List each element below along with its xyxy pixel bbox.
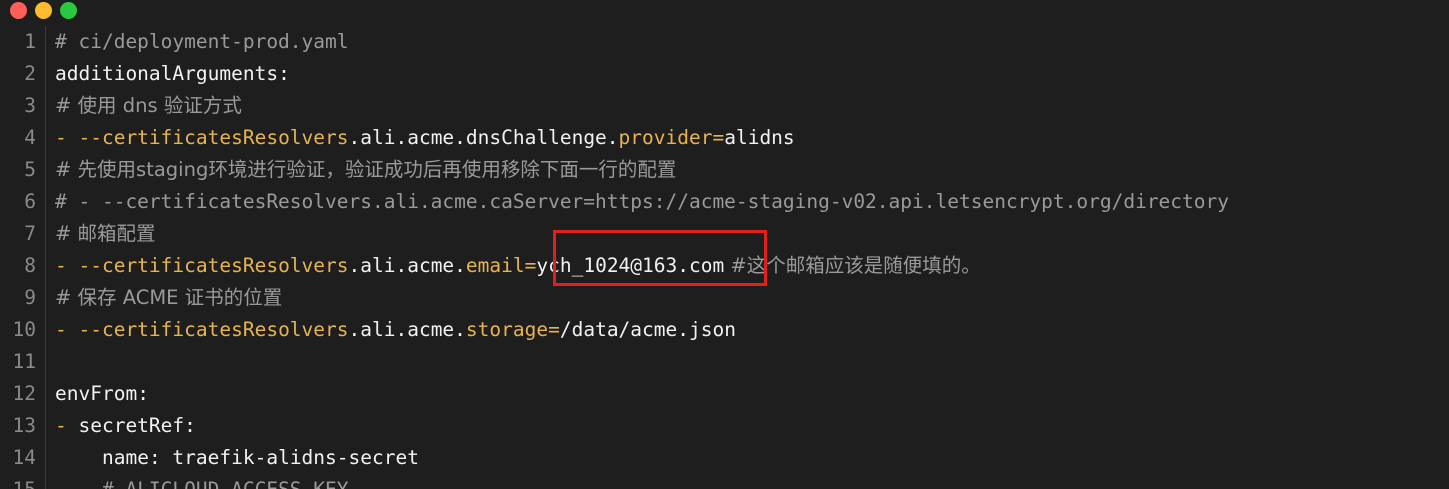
code-line[interactable]: 1 # ci/deployment-prod.yaml	[0, 26, 1449, 58]
line-content: additionalArguments:	[55, 58, 290, 90]
line-number: 2	[24, 62, 36, 85]
argument-property: provider	[618, 126, 713, 149]
line-number: 12	[12, 382, 36, 405]
argument-path: .ali.acme.	[348, 318, 466, 341]
line-number: 8	[24, 254, 36, 277]
list-dash: -	[55, 318, 79, 341]
list-dash: -	[55, 414, 79, 437]
yaml-key: envFrom	[55, 382, 138, 405]
line-number: 4	[24, 126, 36, 149]
code-line[interactable]: 5 # 先使用staging环境进行验证，验证成功后再使用移除下面一行的配置	[0, 154, 1449, 186]
line-number: 3	[24, 94, 36, 117]
argument-flag: --certificatesResolvers	[78, 126, 349, 149]
yaml-colon: :	[278, 62, 290, 85]
line-content: - --certificatesResolvers.ali.acme.dnsCh…	[55, 122, 795, 154]
line-number: 14	[12, 446, 36, 469]
line-content: # 邮箱配置	[55, 218, 156, 250]
equals-sign: =	[712, 126, 725, 149]
line-number: 9	[24, 286, 36, 309]
code-line[interactable]: 7 # 邮箱配置	[0, 218, 1449, 250]
argument-flag: --certificatesResolvers	[78, 254, 349, 277]
equals-sign: =	[548, 318, 560, 341]
argument-flag: --certificatesResolvers	[78, 318, 349, 341]
maximize-window-button[interactable]	[60, 2, 77, 19]
window-titlebar	[0, 0, 1449, 22]
list-dash: -	[55, 126, 79, 149]
code-area[interactable]: 1 # ci/deployment-prod.yaml 2 additionalArg…	[0, 26, 1449, 489]
code-line[interactable]: 4- --certificatesResolvers.ali.acme.dnsC…	[0, 122, 1449, 154]
argument-path: .ali.acme.dnsChallenge.	[348, 126, 619, 149]
yaml-comment: # 先使用staging环境进行验证，验证成功后再使用移除下面一行的配置	[55, 158, 677, 181]
code-editor-window: 1 # ci/deployment-prod.yaml 2 additionalArg…	[0, 0, 1449, 489]
line-number: 11	[12, 350, 36, 373]
argument-property: storage	[465, 318, 549, 341]
line-content: # ci/deployment-prod.yaml	[55, 26, 349, 58]
yaml-comment: # 保存 ACME 证书的位置	[55, 286, 283, 309]
line-content: # 先使用staging环境进行验证，验证成功后再使用移除下面一行的配置	[55, 154, 676, 186]
code-line[interactable]: 15 # ALICLOUD_ACCESS_KEY	[0, 474, 1449, 489]
line-number: 10	[12, 318, 36, 341]
line-content: - --certificatesResolvers.ali.acme.stora…	[55, 314, 736, 346]
yaml-value: /data/acme.json	[559, 318, 736, 341]
yaml-colon: :	[137, 382, 149, 405]
yaml-value: alidns	[724, 126, 795, 149]
line-number: 7	[24, 222, 36, 245]
line-number: 15	[0, 474, 36, 489]
yaml-key: secretRef	[78, 414, 185, 437]
code-line[interactable]: 14 name: traefik-alidns-secret	[0, 442, 1449, 474]
code-line[interactable]: 3 # 使用 dns 验证方式	[0, 90, 1449, 122]
line-number: 1	[24, 30, 36, 53]
yaml-key: additionalArguments	[55, 62, 279, 85]
line-number: 13	[12, 414, 36, 437]
line-content: envFrom:	[55, 378, 149, 410]
yaml-value: traefik-alidns-secret	[172, 446, 419, 469]
line-content: name: traefik-alidns-secret	[55, 442, 419, 474]
line-content: - --certificatesResolvers.ali.acme.email…	[55, 250, 981, 282]
line-content: # 保存 ACME 证书的位置	[55, 282, 282, 314]
argument-property: email	[465, 254, 525, 277]
yaml-value: ych_1024@163.com	[536, 254, 725, 277]
yaml-colon: :	[184, 414, 196, 437]
code-line[interactable]: 8- --certificatesResolvers.ali.acme.emai…	[0, 250, 1449, 282]
yaml-comment: # - --certificatesResolvers.ali.acme.caS…	[55, 190, 1229, 213]
line-content: # - --certificatesResolvers.ali.acme.caS…	[55, 186, 1229, 218]
yaml-colon: :	[148, 446, 173, 469]
line-number: 6	[24, 190, 36, 213]
yaml-key: name	[101, 446, 149, 469]
code-line[interactable]: 9 # 保存 ACME 证书的位置	[0, 282, 1449, 314]
list-dash: -	[55, 254, 79, 277]
yaml-comment: # ci/deployment-prod.yaml	[55, 30, 349, 53]
trailing-comment: #这个邮箱应该是随便填的。	[724, 254, 981, 277]
yaml-comment: # 邮箱配置	[55, 222, 156, 245]
argument-path: .ali.acme.	[348, 254, 466, 277]
code-line[interactable]: 12 envFrom:	[0, 378, 1449, 410]
code-line[interactable]: 10- --certificatesResolvers.ali.acme.sto…	[0, 314, 1449, 346]
code-line[interactable]: 2 additionalArguments:	[0, 58, 1449, 90]
minimize-window-button[interactable]	[35, 2, 52, 19]
equals-sign: =	[524, 254, 537, 277]
code-line[interactable]: 13- secretRef:	[0, 410, 1449, 442]
code-line[interactable]: 6 # - --certificatesResolvers.ali.acme.ca…	[0, 186, 1449, 218]
line-content: - secretRef:	[55, 410, 196, 442]
line-content: # 使用 dns 验证方式	[55, 90, 242, 122]
yaml-comment: # 使用 dns 验证方式	[55, 94, 242, 117]
code-line[interactable]: 11	[0, 346, 1449, 378]
line-content: # ALICLOUD_ACCESS_KEY	[55, 474, 349, 489]
close-window-button[interactable]	[10, 2, 27, 19]
line-number: 5	[24, 158, 36, 181]
yaml-comment: # ALICLOUD_ACCESS_KEY	[102, 478, 349, 489]
